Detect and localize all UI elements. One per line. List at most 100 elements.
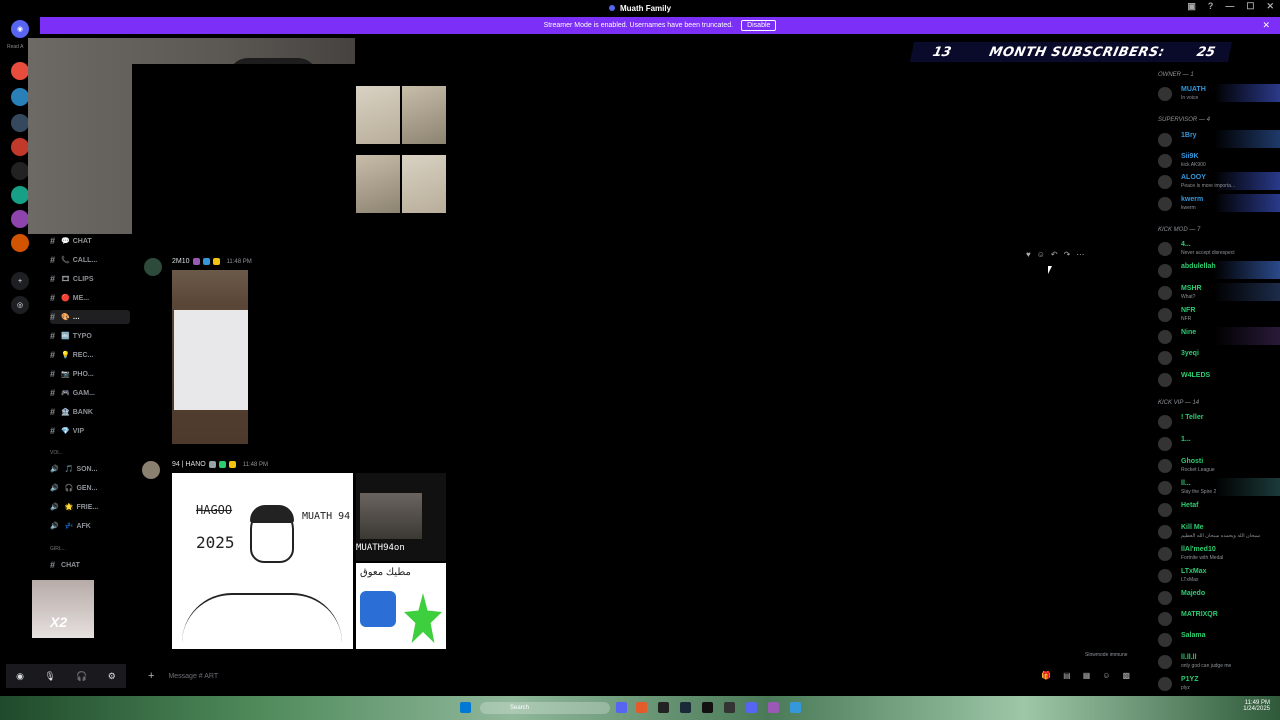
user-avatar[interactable]: ◉: [16, 671, 24, 682]
member-item[interactable]: Ghosti Rocket League: [1154, 456, 1280, 474]
member-item[interactable]: kwerm kwerm: [1154, 194, 1280, 212]
close-banner-icon[interactable]: ✕: [1262, 20, 1270, 31]
member-item[interactable]: Salama: [1154, 630, 1280, 648]
member-item[interactable]: ! Teller: [1154, 412, 1280, 430]
more-icon[interactable]: ⋯: [1076, 250, 1084, 259]
member-item[interactable]: Hetaf: [1154, 500, 1280, 518]
voice-category[interactable]: VOI...: [50, 450, 63, 456]
emoji-picker-icon[interactable]: ☺: [1102, 671, 1110, 680]
epic-icon[interactable]: [702, 702, 713, 713]
channel-item[interactable]: # 💎 VIP: [50, 424, 130, 438]
server-icon-6[interactable]: [11, 186, 29, 204]
attach-plus-icon[interactable]: +: [148, 670, 154, 682]
author-name[interactable]: 94 | HANO: [172, 461, 206, 468]
taskbar-app-icon[interactable]: [724, 702, 735, 713]
message-input[interactable]: Message # ART: [168, 673, 218, 680]
voice-channel-item[interactable]: 🔊 🎧 GEN...: [50, 481, 130, 495]
channel-item[interactable]: # CHAT: [50, 558, 130, 572]
channel-item[interactable]: # 💡 REC...: [50, 348, 130, 362]
member-item[interactable]: 1...: [1154, 434, 1280, 452]
headphones-icon[interactable]: 🎧: [76, 671, 87, 682]
channel-item[interactable]: # 💬 CHAT: [50, 234, 130, 248]
channel-item[interactable]: # 🎮 GAM...: [50, 386, 130, 400]
member-item[interactable]: P1YZ plyz: [1154, 674, 1280, 692]
voice-channel-item[interactable]: 🔊 💤 AFK: [50, 519, 130, 533]
voice-channel-item[interactable]: 🔊 🌟 FRIE...: [50, 500, 130, 514]
attachment-image[interactable]: [356, 154, 400, 213]
obs-icon[interactable]: [658, 702, 669, 713]
author-name[interactable]: 2M10: [172, 258, 190, 265]
minimize-icon[interactable]: —: [1225, 1, 1234, 12]
settings-gear-icon[interactable]: ⚙: [108, 671, 116, 682]
member-item[interactable]: 3yeqi: [1154, 348, 1280, 366]
channel-item[interactable]: # 🏦 BANK: [50, 405, 130, 419]
channel-item[interactable]: # 🔤 TYPO: [50, 329, 130, 343]
emoji-icon[interactable]: ☺: [1037, 250, 1045, 259]
girl-category[interactable]: GIRL...: [50, 546, 66, 552]
help-icon[interactable]: ?: [1208, 1, 1214, 12]
member-item[interactable]: abdulellah: [1154, 261, 1280, 279]
server-icon-5[interactable]: [11, 162, 29, 180]
member-item[interactable]: Majedo: [1154, 588, 1280, 606]
member-item[interactable]: ll... Slay the Spire 2: [1154, 478, 1280, 496]
avatar[interactable]: [144, 258, 162, 276]
channel-item[interactable]: # 📷 PHO...: [50, 367, 130, 381]
drawing-attachment[interactable]: HAGOO 2025 MUATH 94: [172, 473, 353, 649]
channel-item[interactable]: # 🎞 CLIPS: [50, 272, 130, 286]
channel-item[interactable]: # 🔴 ME...: [50, 291, 130, 305]
server-icon-1[interactable]: [11, 62, 29, 80]
server-icon-7[interactable]: [11, 210, 29, 228]
member-item[interactable]: Nine: [1154, 327, 1280, 345]
member-item[interactable]: MUATH In voice: [1154, 84, 1280, 102]
server-icon-8[interactable]: [11, 234, 29, 252]
server-icon-4[interactable]: [11, 138, 29, 156]
member-item[interactable]: MATRIXQR: [1154, 609, 1280, 627]
discord-taskbar-icon[interactable]: [746, 702, 757, 713]
taskbar-app-icon[interactable]: [790, 702, 801, 713]
brave-icon[interactable]: [636, 702, 647, 713]
mic-icon[interactable]: 🎙: [44, 671, 55, 682]
member-item[interactable]: Sii9K kick AK900: [1154, 151, 1280, 169]
discover-icon[interactable]: ◎: [11, 296, 29, 314]
member-item[interactable]: W4LEDS: [1154, 370, 1280, 388]
member-item[interactable]: Kill Me سبحان الله وبحمده سبحان الله العظ…: [1154, 522, 1280, 540]
apps-icon[interactable]: ▩: [1122, 671, 1130, 680]
member-item[interactable]: LTxMax LTxMax: [1154, 566, 1280, 584]
member-item[interactable]: ll.ll.ll only god can judge me: [1154, 652, 1280, 670]
discord-home-icon[interactable]: ◉: [11, 20, 29, 38]
taskbar-app-icon[interactable]: [616, 702, 627, 713]
forward-icon[interactable]: ↷: [1064, 250, 1071, 259]
attachment-image[interactable]: [172, 270, 248, 444]
avatar[interactable]: [142, 461, 160, 479]
reply-icon[interactable]: ↶: [1051, 250, 1058, 259]
attachment-image[interactable]: MUATH94on: [356, 473, 446, 561]
close-window-icon[interactable]: ✕: [1266, 1, 1274, 12]
attachment-image[interactable]: مطيك معوق: [356, 563, 446, 649]
react-icon[interactable]: ♥: [1026, 250, 1031, 259]
sticker-icon[interactable]: ▦: [1083, 671, 1091, 680]
server-icon-3[interactable]: [11, 114, 29, 132]
steam-icon[interactable]: [680, 702, 691, 713]
attachment-image[interactable]: [402, 154, 446, 213]
channel-item[interactable]: # 📞 CALL...: [50, 253, 130, 267]
attachment-grid-1[interactable]: [356, 86, 446, 221]
channel-item[interactable]: # 🎨…: [50, 310, 130, 324]
gif-icon[interactable]: ▤: [1063, 671, 1071, 680]
server-icon-2[interactable]: [11, 88, 29, 106]
voice-channel-item[interactable]: 🔊 🎵 SON...: [50, 462, 130, 476]
start-icon[interactable]: [460, 702, 471, 713]
taskbar-app-icon[interactable]: [768, 702, 779, 713]
read-all-label[interactable]: Read A: [7, 44, 23, 50]
member-item[interactable]: MSHR What?: [1154, 283, 1280, 301]
member-item[interactable]: 4... Never accept disrespect: [1154, 239, 1280, 257]
attachment-image[interactable]: [402, 86, 446, 144]
disable-button[interactable]: Disable: [741, 20, 777, 31]
add-server-icon[interactable]: +: [11, 272, 29, 290]
member-item[interactable]: ALOOY Peace is more importa...: [1154, 172, 1280, 190]
gift-icon[interactable]: 🎁: [1041, 671, 1051, 680]
member-item[interactable]: 1Bry: [1154, 130, 1280, 148]
taskbar-search[interactable]: Search: [480, 702, 610, 714]
attachment-image[interactable]: [356, 86, 400, 144]
member-item[interactable]: llAl'med10 Fortnite with Medal: [1154, 544, 1280, 562]
member-item[interactable]: NFR NFR: [1154, 305, 1280, 323]
